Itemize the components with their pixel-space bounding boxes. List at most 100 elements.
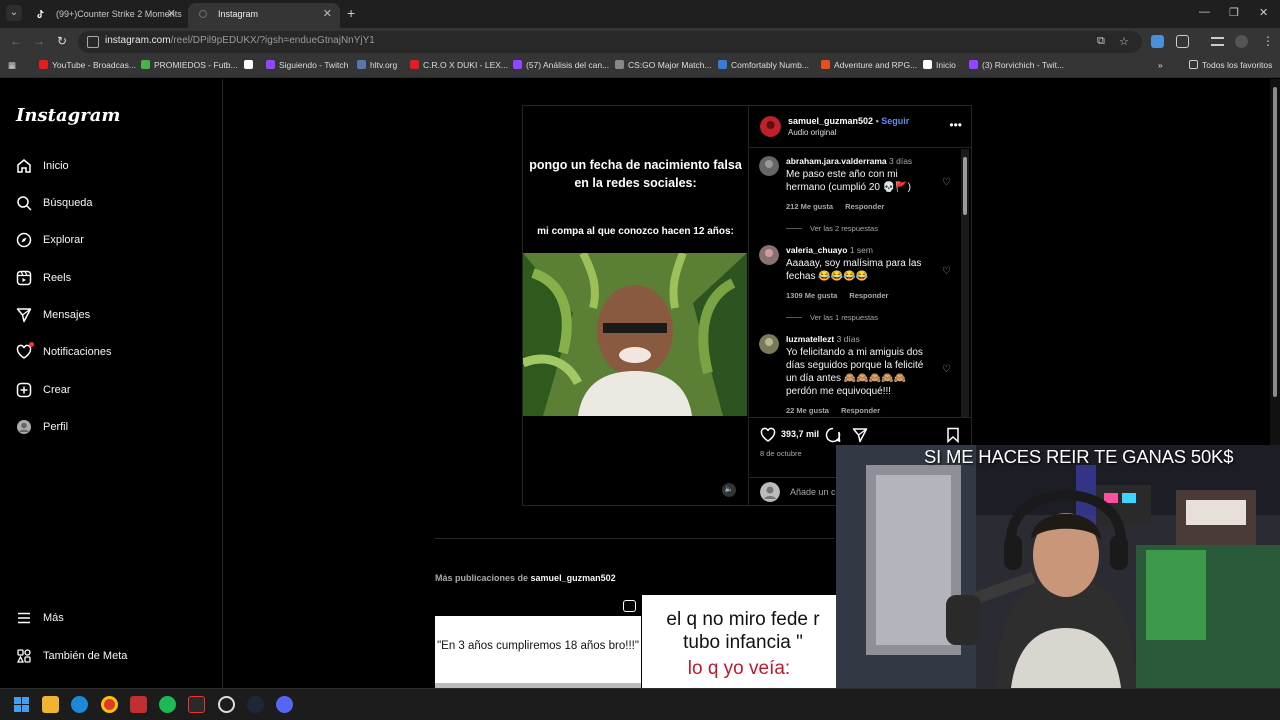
comment-username[interactable]: luzmatellezt bbox=[786, 334, 834, 344]
nav-reels[interactable]: Reels bbox=[16, 267, 206, 291]
extensions-puzzle-icon[interactable] bbox=[1176, 35, 1189, 48]
steam-icon[interactable] bbox=[247, 696, 264, 713]
audio-link[interactable]: Audio original bbox=[788, 128, 836, 137]
scrollbar-thumb[interactable] bbox=[1273, 87, 1277, 397]
post-username[interactable]: samuel_guzman502 bbox=[788, 116, 873, 126]
minimize-icon[interactable]: — bbox=[1199, 6, 1210, 18]
nav-search[interactable]: Búsqueda bbox=[16, 192, 206, 216]
avatar[interactable] bbox=[759, 245, 779, 265]
nav-label: Explorar bbox=[43, 234, 84, 246]
reel-video[interactable]: pongo un fecha de nacimiento falsa en la… bbox=[523, 106, 748, 505]
chrome-icon[interactable] bbox=[101, 696, 118, 713]
tab-search-button[interactable]: ⌄ bbox=[6, 5, 22, 21]
browser-tab-instagram[interactable]: Instagram ✕ bbox=[188, 3, 340, 28]
like-heart-icon[interactable] bbox=[760, 427, 776, 443]
bookmark-analisis[interactable]: (57) Análisis del can... bbox=[513, 60, 609, 70]
instagram-logo[interactable]: Instagram bbox=[16, 105, 120, 126]
like-comment-heart-icon[interactable]: ♡ bbox=[942, 266, 951, 277]
video-frame bbox=[523, 253, 747, 416]
comment-likes[interactable]: 212 Me gusta bbox=[786, 202, 833, 211]
extension-icon[interactable] bbox=[1151, 35, 1164, 48]
app-icon[interactable] bbox=[188, 696, 205, 713]
nav-messages[interactable]: Mensajes bbox=[16, 304, 206, 328]
comment-item: luzmatellezt 3 días Yo felicitando a mi … bbox=[759, 334, 959, 417]
app-icon[interactable] bbox=[218, 696, 235, 713]
windows-start-icon[interactable] bbox=[13, 696, 30, 713]
menu-kebab-icon[interactable]: ⋮ bbox=[1262, 34, 1274, 48]
reply-button[interactable]: Responder bbox=[841, 406, 880, 415]
more-post-thumbnail[interactable]: el q no miro fede r tubo infancia " lo q … bbox=[642, 595, 836, 688]
nav-notifications[interactable]: Notificaciones bbox=[16, 341, 206, 365]
comment-username[interactable]: valeria_chuayo bbox=[786, 245, 847, 255]
spotify-icon[interactable] bbox=[159, 696, 176, 713]
more-options-icon[interactable]: ••• bbox=[949, 118, 962, 132]
nav-also-from-meta[interactable]: También de Meta bbox=[16, 645, 206, 669]
bookmark-inicio[interactable]: Inicio bbox=[923, 60, 956, 70]
app-icon[interactable] bbox=[130, 696, 147, 713]
forward-icon[interactable]: → bbox=[33, 34, 45, 48]
follow-button[interactable]: Seguir bbox=[881, 116, 909, 126]
view-replies-button[interactable]: Ver las 1 respuestas bbox=[786, 313, 878, 322]
nav-explore[interactable]: Explorar bbox=[16, 229, 206, 253]
like-count[interactable]: 393,7 mil bbox=[781, 429, 819, 439]
scrollbar-thumb[interactable] bbox=[963, 157, 967, 215]
comment-likes[interactable]: 1309 Me gusta bbox=[786, 291, 837, 300]
more-post-thumbnail[interactable]: "En 3 años cumpliremos 18 años bro!!!" bbox=[435, 616, 641, 688]
save-bookmark-icon[interactable] bbox=[946, 427, 960, 443]
nav-profile[interactable]: Perfil bbox=[16, 416, 206, 440]
reply-button[interactable]: Responder bbox=[849, 291, 888, 300]
address-bar[interactable]: instagram.com/reel/DPil9pEDUKX/?igsh=end… bbox=[78, 31, 1142, 53]
bookmark-rorvichich[interactable]: (3) Rorvichich - Twit... bbox=[969, 60, 1064, 70]
site-info-icon[interactable] bbox=[87, 36, 99, 48]
avatar[interactable] bbox=[759, 334, 779, 354]
file-explorer-icon[interactable] bbox=[42, 696, 59, 713]
avatar[interactable] bbox=[759, 156, 779, 176]
browser-toolbar: ← → ↻ instagram.com/reel/DPil9pEDUKX/?ig… bbox=[0, 28, 1280, 56]
tab-title: Instagram bbox=[218, 9, 259, 19]
browser-tab-twitch[interactable]: (99+)Counter Strike 2 Moments ✕ bbox=[26, 3, 184, 28]
bookmark-twitch[interactable]: Siguiendo - Twitch bbox=[266, 60, 348, 70]
bookmark-hltv[interactable]: hltv.org bbox=[357, 60, 397, 70]
close-tab-icon[interactable]: ✕ bbox=[323, 3, 332, 25]
chevron-right-icon[interactable]: » bbox=[1158, 60, 1163, 70]
profile-avatar[interactable] bbox=[1235, 35, 1248, 48]
bookmark-adventure[interactable]: Adventure and RPG... bbox=[821, 60, 917, 70]
comment-likes[interactable]: 22 Me gusta bbox=[786, 406, 829, 415]
mute-button[interactable]: 🔈 bbox=[722, 483, 736, 497]
close-tab-icon[interactable]: ✕ bbox=[167, 3, 176, 25]
nav-home[interactable]: Inicio bbox=[16, 155, 206, 179]
reply-button[interactable]: Responder bbox=[845, 202, 884, 211]
view-replies-button[interactable]: Ver las 2 respuestas bbox=[786, 224, 878, 233]
like-comment-heart-icon[interactable]: ♡ bbox=[942, 364, 951, 375]
bookmark-youtube[interactable]: YouTube - Broadcas... bbox=[39, 60, 136, 70]
apps-grid-icon[interactable]: ▦ bbox=[8, 60, 16, 71]
bookmark-x[interactable] bbox=[244, 60, 257, 70]
media-control-icon[interactable] bbox=[1211, 37, 1224, 46]
share-send-icon[interactable] bbox=[852, 427, 868, 443]
bookmark-duki[interactable]: C.R.O X DUKI - LEX... bbox=[410, 60, 508, 70]
back-icon[interactable]: ← bbox=[10, 34, 22, 48]
avatar[interactable] bbox=[760, 116, 781, 137]
reload-icon[interactable]: ↻ bbox=[57, 34, 67, 48]
add-comment-input[interactable]: Añade un co bbox=[790, 487, 841, 497]
maximize-icon[interactable]: ❐ bbox=[1229, 6, 1239, 19]
more-posts-username[interactable]: samuel_guzman502 bbox=[531, 573, 616, 583]
new-tab-button[interactable]: + bbox=[347, 5, 355, 21]
nav-label: Perfil bbox=[43, 421, 69, 433]
comments-scrollbar[interactable] bbox=[961, 149, 969, 417]
nav-more[interactable]: Más bbox=[16, 607, 206, 631]
like-comment-heart-icon[interactable]: ♡ bbox=[942, 177, 951, 188]
comment-icon[interactable] bbox=[825, 427, 841, 443]
bookmark-promiedos[interactable]: PROMIEDOS - Futb... bbox=[141, 60, 238, 70]
close-window-icon[interactable]: ✕ bbox=[1259, 6, 1268, 19]
url-text[interactable]: instagram.com/reel/DPil9pEDUKX/?igsh=end… bbox=[105, 35, 375, 46]
bookmark-comfortably-numb[interactable]: Comfortably Numb... bbox=[718, 60, 809, 70]
bookmark-csgo[interactable]: CS:GO Major Match... bbox=[615, 60, 712, 70]
bookmark-star-icon[interactable]: ☆ bbox=[1119, 35, 1129, 48]
install-app-icon[interactable]: ⧉ bbox=[1097, 35, 1105, 48]
discord-icon[interactable] bbox=[276, 696, 293, 713]
edge-icon[interactable] bbox=[71, 696, 88, 713]
all-bookmarks-folder[interactable]: Todos los favoritos bbox=[1189, 60, 1272, 70]
comment-username[interactable]: abraham.jara.valderrama bbox=[786, 156, 887, 166]
nav-create[interactable]: Crear bbox=[16, 379, 206, 403]
